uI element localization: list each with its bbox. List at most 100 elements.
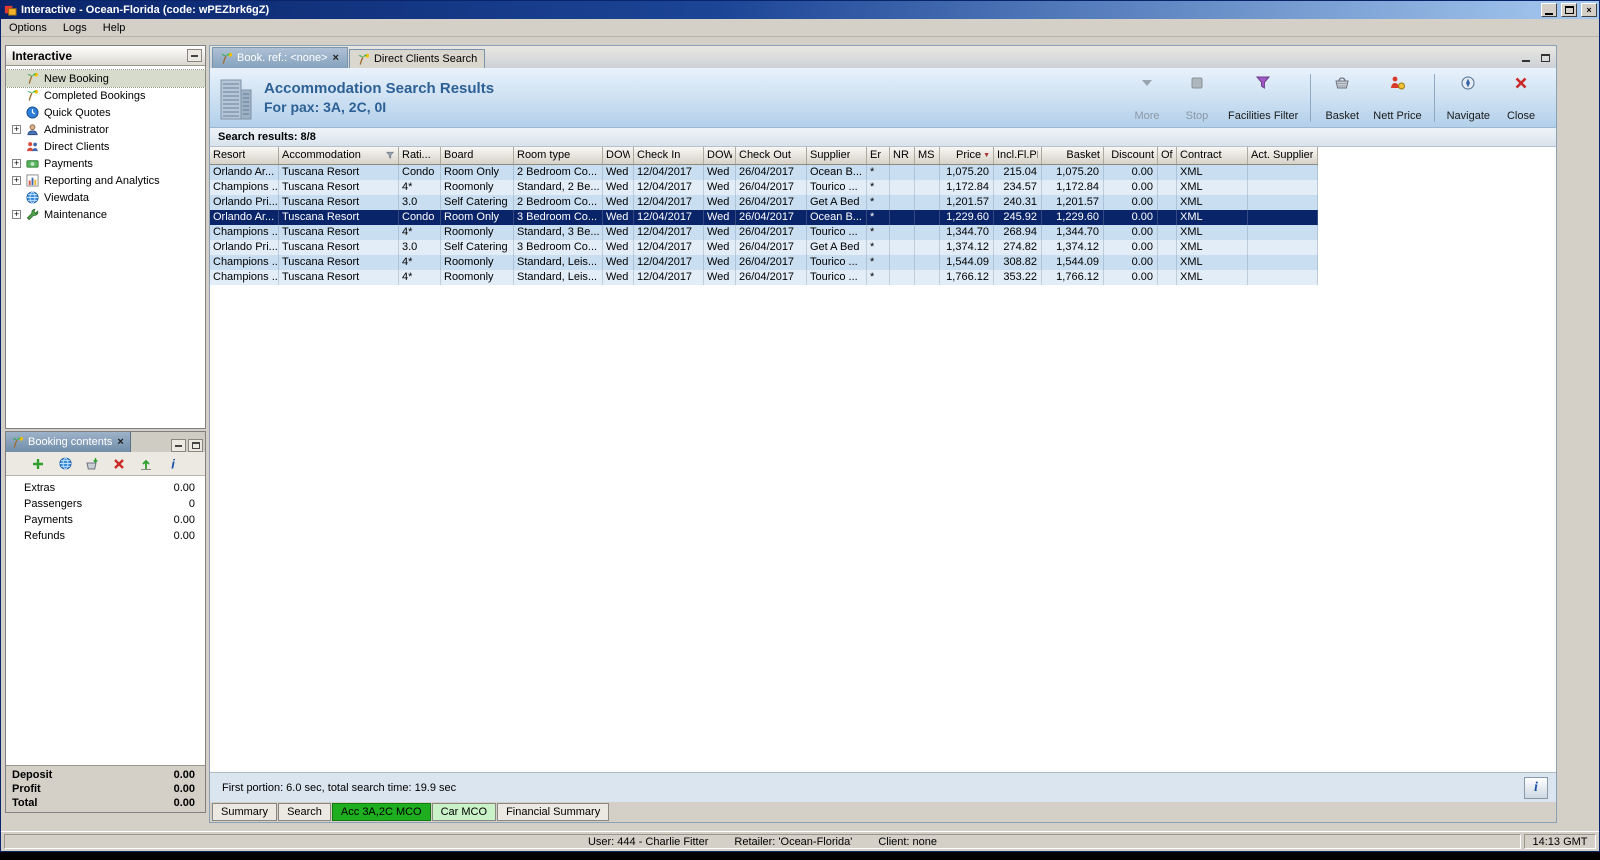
maximize-button[interactable]	[1561, 3, 1577, 17]
upload-button[interactable]	[137, 455, 155, 473]
app-window: Interactive - Ocean-Florida (code: wPEZb…	[0, 0, 1600, 852]
column-header-basket[interactable]: Basket	[1042, 147, 1104, 164]
table-row[interactable]: Orlando Pri... Tuscana Resort 3.0 Self Cate…	[210, 195, 1318, 210]
bottom-tab-summary[interactable]: Summary	[212, 803, 278, 821]
column-header-room-type[interactable]: Room type	[514, 147, 603, 164]
toolbar-label: Basket	[1325, 109, 1360, 122]
titlebar: Interactive - Ocean-Florida (code: wPEZb…	[1, 1, 1599, 19]
bottom-tab-car-mco[interactable]: Car MCO	[431, 803, 497, 821]
sidebar-item-maintenance[interactable]: + Maintenance	[6, 206, 205, 223]
table-row[interactable]: Champions ... Tuscana Resort 4* Roomonly Sta…	[210, 255, 1318, 270]
menu-options[interactable]: Options	[1, 20, 55, 36]
panel-minimize-button[interactable]	[1518, 51, 1534, 65]
sidebar-item-viewdata[interactable]: Viewdata	[6, 189, 205, 206]
toolbar-close[interactable]: Close	[1496, 72, 1546, 124]
menu-help[interactable]: Help	[95, 20, 134, 36]
info-button[interactable]: i	[164, 455, 182, 473]
column-header-rati[interactable]: Rati...	[399, 147, 441, 164]
cell-discount: 0.00	[1104, 240, 1158, 255]
toolbar-basket[interactable]: Basket	[1317, 72, 1367, 124]
column-header-resort[interactable]: Resort	[210, 147, 279, 164]
delete-button[interactable]	[110, 455, 128, 473]
column-header-dow[interactable]: DOW	[603, 147, 634, 164]
column-header-check-out[interactable]: Check Out	[736, 147, 807, 164]
navigate-icon	[1459, 75, 1477, 91]
cell-of	[1158, 165, 1177, 180]
column-header-of[interactable]: Of	[1158, 147, 1177, 164]
column-header-nr[interactable]: NR	[890, 147, 915, 164]
globe-icon	[26, 191, 39, 204]
bottom-tab-financial-summary[interactable]: Financial Summary	[497, 803, 610, 821]
sidebar-item-administrator[interactable]: + Administrator	[6, 121, 205, 138]
column-header-supplier[interactable]: Supplier	[807, 147, 867, 164]
table-row[interactable]: Champions ... Tuscana Resort 4* Roomonly Sta…	[210, 225, 1318, 240]
booking-total-row: Total 0.00	[6, 796, 205, 810]
column-header-contract[interactable]: Contract	[1177, 147, 1248, 164]
sidebar-collapse-button[interactable]	[187, 49, 202, 62]
menu-logs[interactable]: Logs	[55, 20, 95, 36]
bottom-tab-search[interactable]: Search	[278, 803, 331, 821]
column-header-incl-fl-pp[interactable]: Incl.Fl.PP	[994, 147, 1042, 164]
column-header-er[interactable]: Er	[867, 147, 890, 164]
expand-icon[interactable]: +	[12, 210, 21, 219]
sidebar-item-reporting-and-analytics[interactable]: + Reporting and Analytics	[6, 172, 205, 189]
view-minimize-button[interactable]	[171, 439, 186, 452]
panel-maximize-button[interactable]	[1537, 51, 1553, 65]
cell-board: Self Catering	[441, 195, 514, 210]
table-row[interactable]: Orlando Ar... Tuscana Resort Condo Room Onl…	[210, 165, 1318, 180]
minimize-button[interactable]	[1541, 3, 1557, 17]
basket-add-button[interactable]	[83, 455, 101, 473]
close-button[interactable]: ×	[1581, 3, 1597, 17]
table-row[interactable]: Champions ... Tuscana Resort 4* Roomonly Sta…	[210, 180, 1318, 195]
sidebar-item-quick-quotes[interactable]: Quick Quotes	[6, 104, 205, 121]
sidebar-item-payments[interactable]: + Payments	[6, 155, 205, 172]
toolbar-facilities-filter[interactable]: Facilities Filter	[1222, 72, 1304, 124]
table-row[interactable]: Orlando Pri... Tuscana Resort 3.0 Self Cate…	[210, 240, 1318, 255]
toolbar-nett-price[interactable]: Nett Price	[1367, 72, 1427, 124]
clock-icon	[26, 106, 39, 119]
cell-check-in: 12/04/2017	[634, 225, 704, 240]
info-button[interactable]: i	[1524, 776, 1548, 799]
column-header-label: NR	[893, 149, 909, 161]
table-row[interactable]: Orlando Ar... Tuscana Resort Condo Room Onl…	[210, 210, 1318, 225]
column-header-accommodation[interactable]: Accommodation	[279, 147, 399, 164]
column-header-board[interactable]: Board	[441, 147, 514, 164]
booking-contents-row: Extras 0.00	[6, 480, 205, 496]
booking-row-value: 0.00	[173, 514, 195, 526]
column-header-act-supplier[interactable]: Act. Supplier	[1248, 147, 1318, 164]
sidebar-item-label: Direct Clients	[44, 140, 110, 153]
tab-book-ref-none[interactable]: Book. ref.: <none> ×	[212, 47, 348, 68]
close-view-icon[interactable]: ×	[116, 436, 124, 448]
palm-icon	[26, 72, 39, 85]
toolbar-navigate[interactable]: Navigate	[1441, 72, 1496, 124]
booking-contents-header: Booking contents ×	[6, 432, 205, 452]
add-button[interactable]	[29, 455, 47, 473]
column-header-price[interactable]: Price ▼	[940, 147, 994, 164]
close-tab-icon[interactable]: ×	[332, 52, 340, 64]
table-row[interactable]: Champions ... Tuscana Resort 4* Roomonly Sta…	[210, 270, 1318, 285]
cell-ms	[915, 255, 940, 270]
booking-contents-tab[interactable]: Booking contents ×	[6, 432, 131, 452]
expand-icon[interactable]: +	[12, 159, 21, 168]
cell-dow: Wed	[704, 165, 736, 180]
expand-icon[interactable]: +	[12, 125, 21, 134]
expand-icon[interactable]: +	[12, 176, 21, 185]
cell-board: Room Only	[441, 165, 514, 180]
sidebar-item-direct-clients[interactable]: Direct Clients	[6, 138, 205, 155]
column-header-discount[interactable]: Discount	[1104, 147, 1158, 164]
booking-contents-title: Booking contents	[28, 436, 113, 448]
nett-price-icon	[1388, 75, 1406, 91]
sidebar-title: Interactive	[12, 48, 73, 63]
column-header-dow[interactable]: DOW	[704, 147, 736, 164]
tab-direct-clients-search[interactable]: Direct Clients Search	[348, 49, 486, 68]
cell-nr	[890, 240, 915, 255]
column-header-ms[interactable]: MS	[915, 147, 940, 164]
view-maximize-button[interactable]	[188, 439, 203, 452]
cell-of	[1158, 210, 1177, 225]
bottom-tab-acc-3a-2c-mco[interactable]: Acc 3A,2C MCO	[331, 803, 431, 821]
globe-button[interactable]	[56, 455, 74, 473]
sidebar-item-completed-bookings[interactable]: Completed Bookings	[6, 87, 205, 104]
sidebar-item-new-booking[interactable]: New Booking	[5, 69, 206, 88]
column-header-label: Contract	[1180, 149, 1222, 161]
column-header-check-in[interactable]: Check In	[634, 147, 704, 164]
